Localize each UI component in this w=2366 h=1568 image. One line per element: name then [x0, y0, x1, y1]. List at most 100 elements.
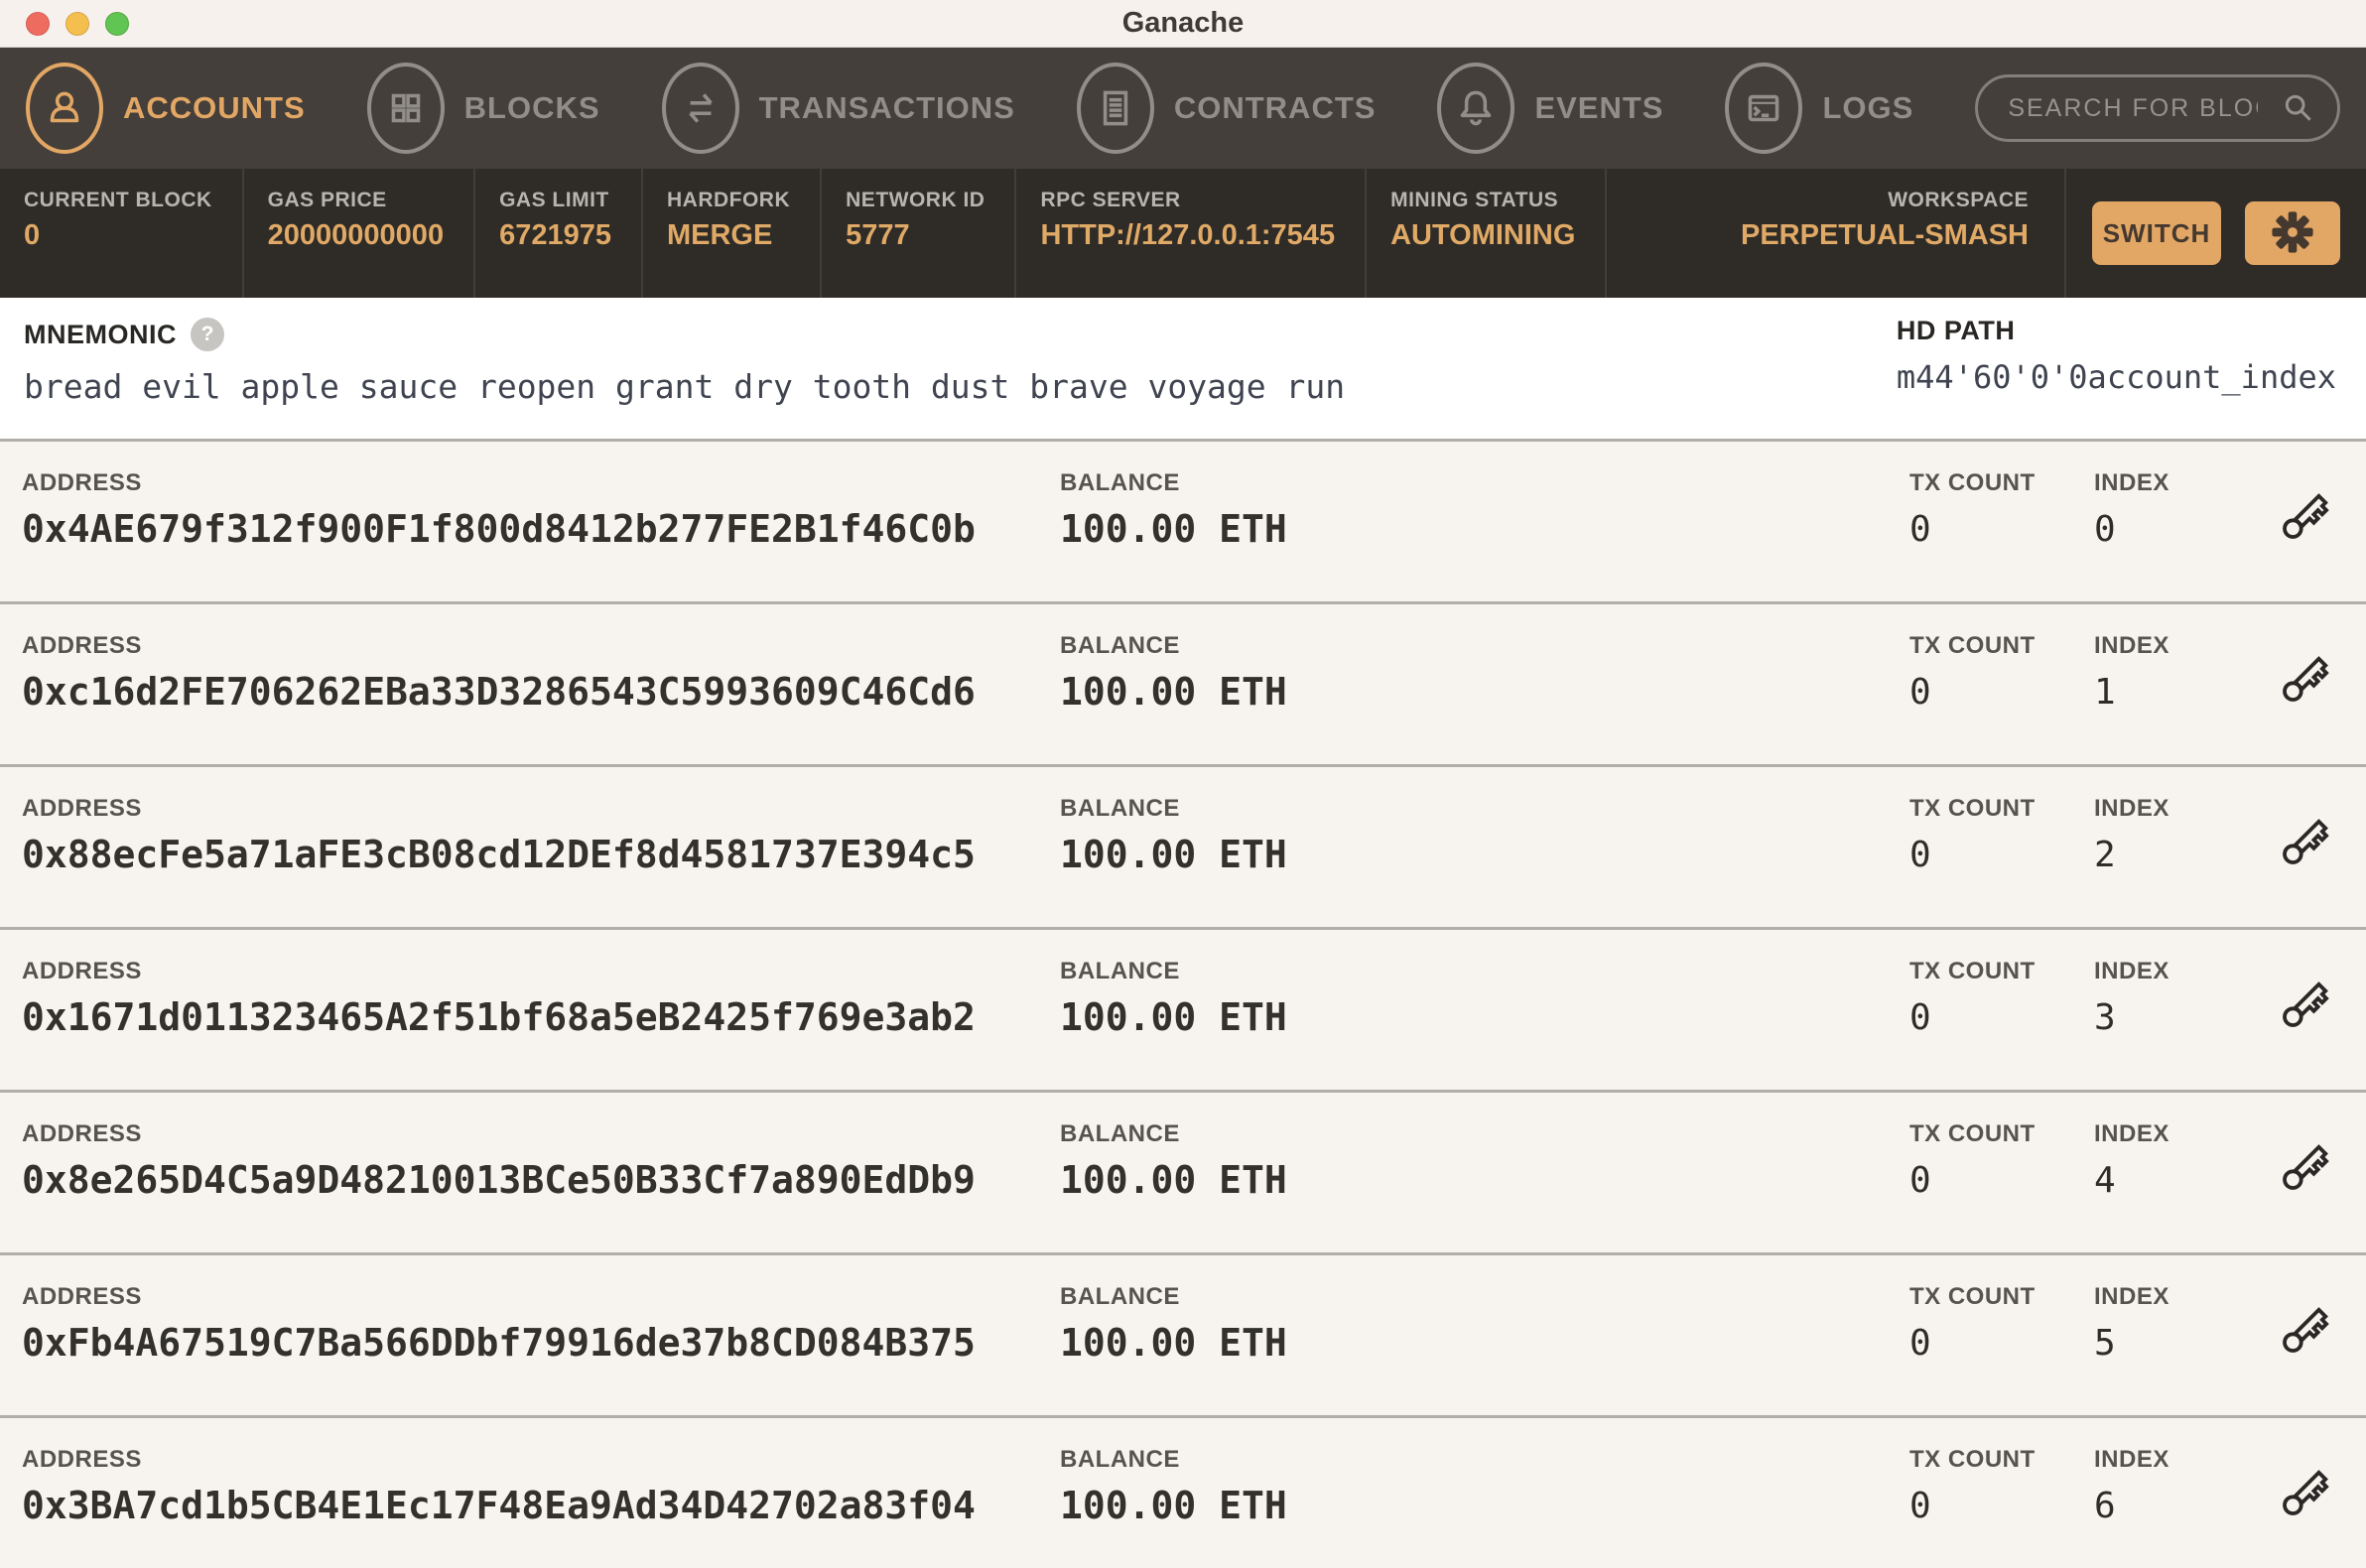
- close-window-button[interactable]: [26, 12, 50, 36]
- show-keys-button[interactable]: [2275, 1299, 2336, 1364]
- account-address: 0x8e265D4C5a9D48210013BCe50B33Cf7a890EdD…: [22, 1158, 1060, 1202]
- account-row: ADDRESS 0x1671d011323465A2f51bf68a5eB242…: [0, 930, 2366, 1093]
- status-label: HARDFORK: [667, 189, 790, 212]
- tx-count-column-label: TX COUNT: [1909, 632, 2094, 660]
- show-keys-button[interactable]: [2275, 1136, 2336, 1201]
- account-index: 1: [2094, 672, 2275, 713]
- zoom-window-button[interactable]: [105, 12, 129, 36]
- account-tx-count: 0: [1909, 1323, 2094, 1364]
- index-column-label: INDEX: [2094, 795, 2275, 823]
- workspace-name: PERPETUAL-SMASH: [1631, 219, 2029, 252]
- account-address: 0xc16d2FE706262EBa33D3286543C5993609C46C…: [22, 670, 1060, 714]
- tx-count-cell: TX COUNT 0: [1909, 1283, 2094, 1415]
- status-actions: SWITCH: [2066, 169, 2366, 298]
- balance-column-label: BALANCE: [1060, 1283, 1909, 1311]
- balance-cell: BALANCE 100.00 ETH: [1060, 795, 1909, 927]
- address-column-label: ADDRESS: [22, 1120, 1060, 1148]
- tab-events[interactable]: EVENTS: [1437, 63, 1663, 154]
- tab-transactions[interactable]: TRANSACTIONS: [662, 63, 1015, 154]
- window-controls: [26, 12, 129, 36]
- account-balance: 100.00 ETH: [1060, 507, 1909, 551]
- account-tx-count: 0: [1909, 1160, 2094, 1201]
- hd-path-value: m44'60'0'0account_index: [1897, 358, 2336, 396]
- account-index: 4: [2094, 1160, 2275, 1201]
- account-balance: 100.00 ETH: [1060, 1158, 1909, 1202]
- status-gas-price: GAS PRICE 20000000000: [244, 169, 475, 298]
- account-balance: 100.00 ETH: [1060, 1484, 1909, 1527]
- show-keys-button[interactable]: [2275, 811, 2336, 875]
- tab-contracts[interactable]: CONTRACTS: [1077, 63, 1377, 154]
- tx-count-cell: TX COUNT 0: [1909, 795, 2094, 927]
- show-keys-button[interactable]: [2275, 648, 2336, 713]
- show-keys-button[interactable]: [2275, 974, 2336, 1038]
- show-keys-button[interactable]: [2275, 485, 2336, 550]
- mnemonic-label: MNEMONIC: [24, 320, 177, 350]
- status-label: CURRENT BLOCK: [24, 189, 212, 212]
- tab-logs-label: LOGS: [1822, 90, 1913, 126]
- status-value: HTTP://127.0.0.1:7545: [1040, 219, 1335, 252]
- index-cell: INDEX 4: [2094, 1120, 2275, 1252]
- key-icon: [2275, 1023, 2336, 1038]
- tab-blocks[interactable]: BLOCKS: [367, 63, 600, 154]
- account-index: 0: [2094, 509, 2275, 550]
- tab-accounts[interactable]: ACCOUNTS: [26, 63, 306, 154]
- account-index: 5: [2094, 1323, 2275, 1364]
- transactions-icon: [662, 63, 739, 154]
- status-label: GAS PRICE: [268, 189, 444, 212]
- address-column-label: ADDRESS: [22, 958, 1060, 985]
- key-cell: [2275, 958, 2366, 1090]
- status-label: MINING STATUS: [1390, 189, 1575, 212]
- tab-logs[interactable]: LOGS: [1725, 63, 1913, 154]
- switch-workspace-button[interactable]: SWITCH: [2092, 201, 2221, 265]
- search-icon: [2279, 88, 2318, 128]
- help-icon[interactable]: ?: [191, 318, 224, 351]
- blocks-icon: [367, 63, 445, 154]
- tx-count-cell: TX COUNT 0: [1909, 1120, 2094, 1252]
- address-cell: ADDRESS 0xc16d2FE706262EBa33D3286543C599…: [22, 632, 1060, 764]
- address-column-label: ADDRESS: [22, 1283, 1060, 1311]
- person-icon: [26, 63, 103, 154]
- address-column-label: ADDRESS: [22, 795, 1060, 823]
- show-keys-button[interactable]: [2275, 1462, 2336, 1526]
- key-icon: [2275, 1349, 2336, 1364]
- tab-contracts-label: CONTRACTS: [1174, 90, 1377, 126]
- key-cell: [2275, 1120, 2366, 1252]
- balance-cell: BALANCE 100.00 ETH: [1060, 632, 1909, 764]
- address-cell: ADDRESS 0x3BA7cd1b5CB4E1Ec17F48Ea9Ad34D4…: [22, 1446, 1060, 1568]
- tx-count-column-label: TX COUNT: [1909, 958, 2094, 985]
- status-gas-limit: GAS LIMIT 6721975: [475, 169, 643, 298]
- tx-count-column-label: TX COUNT: [1909, 1283, 2094, 1311]
- index-cell: INDEX 2: [2094, 795, 2275, 927]
- address-column-label: ADDRESS: [22, 1446, 1060, 1474]
- status-value: 0: [24, 219, 212, 252]
- status-label: RPC SERVER: [1040, 189, 1335, 212]
- account-tx-count: 0: [1909, 997, 2094, 1038]
- gear-icon: [2267, 206, 2318, 261]
- key-icon: [2275, 860, 2336, 875]
- status-value: 20000000000: [268, 219, 444, 252]
- settings-button[interactable]: [2245, 201, 2340, 265]
- address-column-label: ADDRESS: [22, 632, 1060, 660]
- address-column-label: ADDRESS: [22, 469, 1060, 497]
- status-value: 5777: [846, 219, 985, 252]
- tab-accounts-label: ACCOUNTS: [123, 90, 306, 126]
- address-cell: ADDRESS 0x8e265D4C5a9D48210013BCe50B33Cf…: [22, 1120, 1060, 1252]
- status-label: GAS LIMIT: [499, 189, 611, 212]
- balance-cell: BALANCE 100.00 ETH: [1060, 1283, 1909, 1415]
- tx-count-column-label: TX COUNT: [1909, 795, 2094, 823]
- balance-cell: BALANCE 100.00 ETH: [1060, 1446, 1909, 1568]
- key-icon: [2275, 1186, 2336, 1201]
- status-mining-status: MINING STATUS AUTOMINING: [1367, 169, 1607, 298]
- account-address: 0x3BA7cd1b5CB4E1Ec17F48Ea9Ad34D42702a83f…: [22, 1484, 1060, 1527]
- account-tx-count: 0: [1909, 672, 2094, 713]
- address-cell: ADDRESS 0x4AE679f312f900F1f800d8412b277F…: [22, 469, 1060, 601]
- status-bar: CURRENT BLOCK 0 GAS PRICE 20000000000 GA…: [0, 169, 2366, 298]
- account-row: ADDRESS 0x3BA7cd1b5CB4E1Ec17F48Ea9Ad34D4…: [0, 1418, 2366, 1568]
- key-cell: [2275, 632, 2366, 764]
- account-index: 3: [2094, 997, 2275, 1038]
- window-titlebar: Ganache: [0, 0, 2366, 48]
- minimize-window-button[interactable]: [66, 12, 89, 36]
- tx-count-cell: TX COUNT 0: [1909, 632, 2094, 764]
- main-nav: ACCOUNTS BLOCKS TRANSACTIONS CONTRACTS E…: [0, 48, 2366, 169]
- workspace-label: WORKSPACE: [1631, 189, 2029, 212]
